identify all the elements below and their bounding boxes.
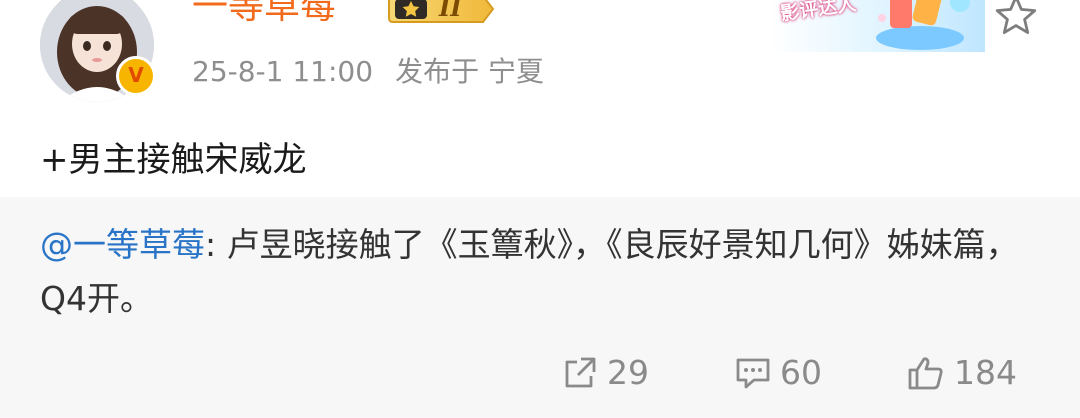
comment-icon [736,358,770,389]
share-button[interactable]: 29 [561,353,649,393]
location: 发布于 宁夏 [395,55,544,88]
decor-banner: 影评达人 [770,0,985,52]
like-button[interactable]: 184 [906,353,1017,393]
username[interactable]: 一等草莓 [192,0,336,31]
star-icon[interactable] [992,0,1040,40]
level-badge: II [387,0,497,26]
level-text: II [439,0,462,22]
share-count: 29 [607,353,649,392]
repost-mention[interactable]: @一等草莓 [40,225,205,264]
action-bar: 29 60 184 [0,343,1080,403]
repost-text: @一等草莓: 卢昱晓接触了《玉簟秋》，《良辰好景知几何》姊妹篇，Q4开。 [40,218,1040,326]
post-header: V 一等草莓 II 25-8-1 11:00 发布于 宁夏 影评达人 [0,0,1080,112]
timestamp: 25-8-1 11:00 [192,55,374,88]
like-count: 184 [954,353,1017,392]
verified-v-icon: V [116,56,156,96]
comment-button[interactable]: 60 [734,353,822,393]
post-text: +男主接触宋威龙 [40,140,307,180]
thumbs-up-icon [908,357,943,390]
comment-count: 60 [780,353,822,392]
share-icon [565,357,596,388]
post-meta: 25-8-1 11:00 发布于 宁夏 [192,52,544,92]
repost-box[interactable]: @一等草莓: 卢昱晓接触了《玉簟秋》，《良辰好景知几何》姊妹篇，Q4开。 29 … [0,197,1080,418]
